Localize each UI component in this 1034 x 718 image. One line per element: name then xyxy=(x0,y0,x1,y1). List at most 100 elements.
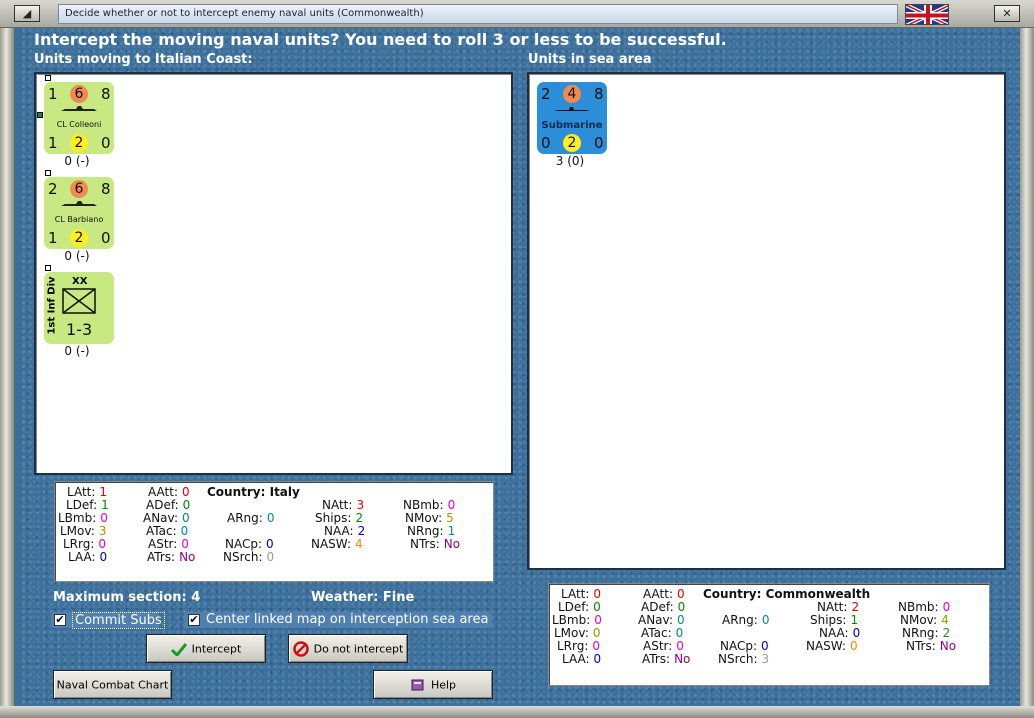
stat-atac: ATac: 0 xyxy=(641,626,684,640)
unit-status: 3 (0) xyxy=(555,154,585,168)
unit-stat: 6 xyxy=(70,180,88,198)
stat-atrs: ATrs: No xyxy=(642,652,691,666)
stat-lbmb: LBmb: 0 xyxy=(58,511,108,525)
window-menu-icon[interactable]: ◢ xyxy=(14,5,40,22)
stat-ntrs: NTrs: No xyxy=(410,537,461,551)
center-map-checkbox[interactable]: ✔ xyxy=(188,614,200,626)
frame-left xyxy=(0,28,14,708)
unit-size: XX xyxy=(72,276,88,287)
dialog-content: Intercept the moving naval units? You ne… xyxy=(22,28,1020,706)
naval-combat-chart-button[interactable]: Naval Combat Chart xyxy=(53,670,172,699)
stat-lmov: LMov: 0 xyxy=(554,626,601,640)
stat-astr: AStr: 0 xyxy=(643,639,684,653)
help-book-icon xyxy=(411,679,424,691)
unit-status: 0 (-) xyxy=(64,154,90,168)
stat-nrng: NRng: 1 xyxy=(407,524,456,538)
center-map-label[interactable]: Center linked map on interception sea ar… xyxy=(206,612,488,627)
stat-atrs: ATrs: No xyxy=(147,550,196,564)
unit-name: CL Colleoni xyxy=(56,120,102,129)
frame-right xyxy=(1020,28,1034,708)
unit-status: 0 (-) xyxy=(64,344,90,358)
stat-lrrg: LRrg: 0 xyxy=(557,639,601,653)
max-section-label: Maximum section: 4 xyxy=(53,590,201,605)
stat-nasw: NASW: 4 xyxy=(311,537,363,551)
stat-ldef: LDef: 1 xyxy=(66,498,109,512)
unit-strength: 1-3 xyxy=(66,320,93,339)
stat-nsrch: NSrch: 0 xyxy=(223,550,275,564)
stat-atac: ATac: 0 xyxy=(146,524,189,538)
union-jack-flag-icon xyxy=(905,4,949,25)
title-bar: ◢ Decide whether or not to intercept ene… xyxy=(0,0,1034,28)
stat-laa: LAA: 0 xyxy=(562,652,602,666)
close-icon[interactable]: ✕ xyxy=(994,5,1020,22)
unit-name: CL Barbiano xyxy=(54,215,104,224)
stat-lrrg: LRrg: 0 xyxy=(63,537,107,551)
unit-counter-cl-barbiano[interactable]: 2 6 8 CL Barbiano 1 2 0 xyxy=(44,177,114,249)
help-button[interactable]: Help xyxy=(373,670,493,699)
stat-nbmb: NBmb: 0 xyxy=(898,600,951,614)
unit-side-label: 1st Inf Div xyxy=(46,276,58,335)
intercept-button[interactable]: Intercept xyxy=(146,634,266,663)
stat-arng: ARng: 0 xyxy=(227,511,275,525)
ship-icon xyxy=(61,201,97,206)
unit-stat: 0 xyxy=(541,134,551,152)
stat-aatt: AAtt: 0 xyxy=(643,587,685,601)
unit-stat: 6 xyxy=(70,85,88,103)
window-title: Decide whether or not to intercept enemy… xyxy=(65,8,424,19)
stat-lmov: LMov: 3 xyxy=(60,524,107,538)
do-not-intercept-button[interactable]: Do not intercept xyxy=(288,634,408,663)
country-label: Country: Commonwealth xyxy=(703,587,871,601)
unit-stat: 0 xyxy=(101,134,111,152)
stat-nmov: NMov: 5 xyxy=(405,511,454,525)
stat-nacp: NACp: 0 xyxy=(720,639,769,653)
commit-subs-label[interactable]: Commit Subs xyxy=(72,612,165,629)
stat-ships: Ships: 1 xyxy=(810,613,859,627)
stat-naa: NAA: 2 xyxy=(324,524,366,538)
unit-stat: 8 xyxy=(594,85,604,103)
unit-selector[interactable] xyxy=(45,265,51,271)
center-map-checkbox-row[interactable]: ✔ Center linked map on interception sea … xyxy=(184,612,492,628)
unit-counter-infantry-division[interactable]: 1st Inf Div XX 1-3 xyxy=(44,272,114,344)
unit-selector[interactable] xyxy=(45,75,51,81)
commonwealth-stats-panel: LAtt: 0 LDef: 0 LBmb: 0 LMov: 0 LRrg: 0 LAA: 0… xyxy=(548,583,990,686)
stat-ntrs: NTrs: No xyxy=(906,639,957,653)
stat-lbmb: LBmb: 0 xyxy=(552,613,602,627)
stat-anav: ANav: 0 xyxy=(638,613,685,627)
stat-latt: LAtt: 1 xyxy=(67,485,108,499)
stat-adef: ADef: 0 xyxy=(641,600,686,614)
commit-subs-checkbox[interactable]: ✔ xyxy=(54,614,66,626)
unit-selector[interactable] xyxy=(45,170,51,176)
stat-natt: NAtt: 2 xyxy=(817,600,860,614)
unit-stat: 8 xyxy=(101,180,111,198)
sea-units-label: Units in sea area xyxy=(528,52,652,67)
submarine-icon xyxy=(554,107,590,111)
stat-ships: Ships: 2 xyxy=(315,511,364,525)
stat-aatt: AAtt: 0 xyxy=(148,485,190,499)
frame-bottom xyxy=(0,706,1034,718)
moving-units-label: Units moving to Italian Coast: xyxy=(34,52,253,67)
dialog-heading: Intercept the moving naval units? You ne… xyxy=(34,30,727,49)
weather-label: Weather: Fine xyxy=(311,590,415,605)
stat-arng: ARng: 0 xyxy=(722,613,770,627)
stat-nmov: NMov: 4 xyxy=(900,613,949,627)
unit-name: Submarine xyxy=(541,120,603,131)
stat-ldef: LDef: 0 xyxy=(558,600,601,614)
naval-combat-chart-label: Naval Combat Chart xyxy=(56,678,169,692)
stat-adef: ADef: 0 xyxy=(146,498,191,512)
italy-stats-panel: LAtt: 1 LDef: 1 LBmb: 0 LMov: 3 LRrg: 0 LAA: 0… xyxy=(54,481,494,582)
sea-units-panel[interactable]: 2 4 8 Submarine 0 2 0 3 (0) xyxy=(527,72,1006,570)
stat-nbmb: NBmb: 0 xyxy=(403,498,456,512)
unit-stat: 1 xyxy=(48,85,58,103)
unit-counter-submarine[interactable]: 2 4 8 Submarine 0 2 0 xyxy=(537,82,607,154)
help-label: Help xyxy=(430,678,457,692)
no-entry-icon xyxy=(292,641,309,657)
country-label: Country: Italy xyxy=(207,485,300,499)
moving-units-panel[interactable]: 1 6 8 CL Colleoni 1 2 0 0 (-) 2 6 8 CL B… xyxy=(34,72,513,475)
commit-subs-checkbox-row[interactable]: ✔ Commit Subs xyxy=(51,612,165,629)
unit-stat: 0 xyxy=(594,134,604,152)
do-not-intercept-label: Do not intercept xyxy=(313,642,404,656)
intercept-label: Intercept xyxy=(191,642,242,656)
unit-stat: 2 xyxy=(70,134,88,152)
unit-marker xyxy=(37,112,43,118)
unit-counter-cl-colleoni[interactable]: 1 6 8 CL Colleoni 1 2 0 xyxy=(44,82,114,154)
